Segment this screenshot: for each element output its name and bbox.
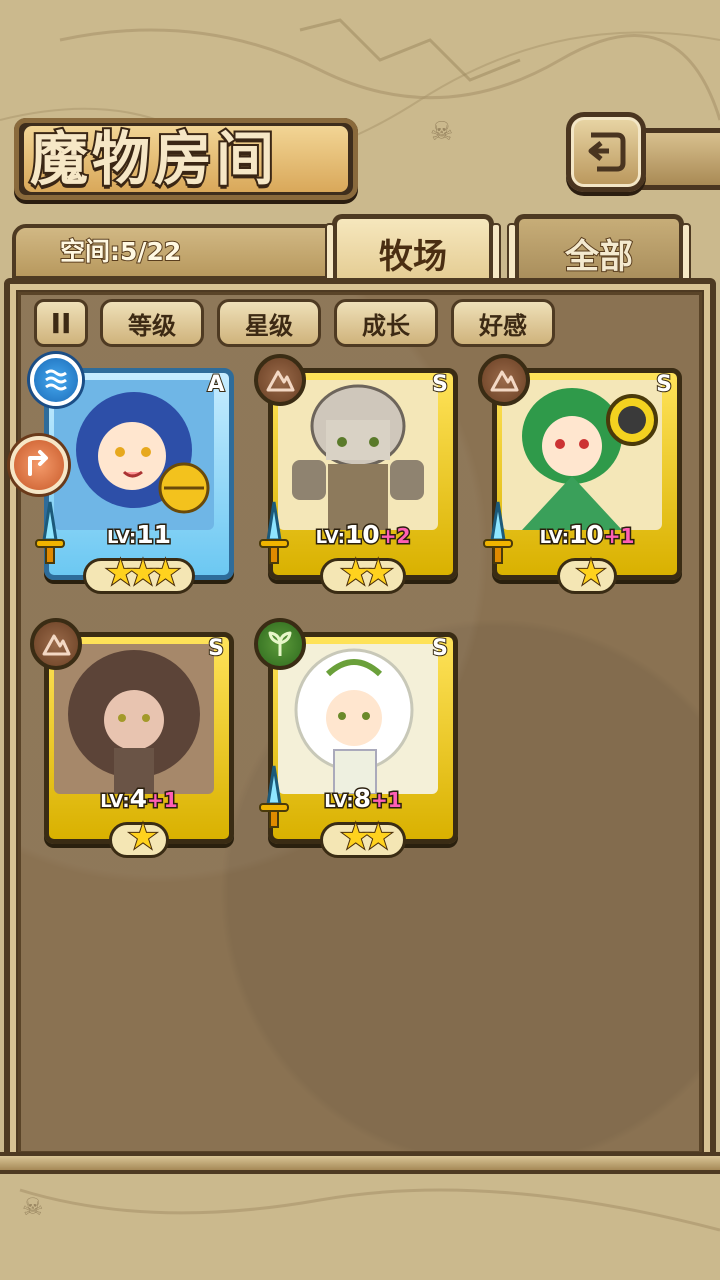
level-plus: +1 xyxy=(370,787,404,814)
page-title: 魔物房间 xyxy=(28,123,279,195)
monster-portrait xyxy=(278,644,438,794)
sword-icon xyxy=(35,501,65,564)
rank-badge: S xyxy=(431,371,449,398)
tab-ranch[interactable]: 牧场 xyxy=(325,214,501,288)
level-prefix: LV: xyxy=(323,790,355,814)
monster-portrait xyxy=(54,380,214,530)
level-value: 8 xyxy=(352,783,372,815)
monster-portrait xyxy=(54,644,214,794)
sort-level-button[interactable]: 等级 xyxy=(100,299,204,347)
panel-bottom-rail xyxy=(0,1152,720,1174)
space-count: 空间:5/22 xyxy=(59,236,182,267)
level-prefix: LV: xyxy=(538,526,570,550)
level-value: 10 xyxy=(343,519,381,551)
level-plus: +2 xyxy=(378,523,412,550)
tab-ranch-label: 牧场 xyxy=(379,237,447,277)
back-button[interactable] xyxy=(566,112,646,192)
level-prefix: LV: xyxy=(105,526,137,550)
level-label: LV:10+1 xyxy=(492,519,682,551)
earth-element-icon xyxy=(490,370,519,392)
star-rating: ★★ xyxy=(340,817,395,857)
grass-element-icon xyxy=(268,631,292,656)
rank-badge: S xyxy=(431,635,449,662)
level-prefix: LV: xyxy=(99,790,131,814)
earth-element-icon xyxy=(266,370,295,392)
element-badge xyxy=(30,618,82,670)
sword-icon xyxy=(259,501,289,564)
rank-badge: A xyxy=(206,371,225,398)
level-label: LV:10+2 xyxy=(268,519,458,551)
back-arrow-icon xyxy=(588,132,626,172)
level-label: LV:8+1 xyxy=(268,783,458,815)
element-badge xyxy=(254,354,306,406)
level-plus: +1 xyxy=(146,787,180,814)
earth-element-icon xyxy=(42,634,71,656)
svg-text:☠: ☠ xyxy=(430,117,453,147)
sort-affection-button[interactable]: 好感 xyxy=(451,299,555,347)
level-label: LV:11 xyxy=(44,519,234,551)
monster-card[interactable]: S LV:4+1 ★ xyxy=(30,618,234,858)
level-value: 11 xyxy=(135,519,173,551)
sort-star-button[interactable]: 星级 xyxy=(217,299,321,347)
monster-card[interactable]: S LV:10+1 ★ xyxy=(478,354,682,594)
level-label: LV:4+1 xyxy=(44,783,234,815)
monster-card[interactable]: S LV:8+1 ★★ xyxy=(254,618,458,858)
rank-badge: S xyxy=(207,635,225,662)
monster-card[interactable]: A LV:11 ★★★ xyxy=(30,354,234,594)
sort-growth-button[interactable]: 成长 xyxy=(334,299,438,347)
monster-portrait xyxy=(502,380,662,530)
level-plus: +1 xyxy=(602,523,636,550)
sword-icon xyxy=(483,501,513,564)
back-button-tail xyxy=(640,128,720,190)
tab-all-label: 全部 xyxy=(564,236,634,278)
svg-text:☠: ☠ xyxy=(22,1193,44,1221)
star-rating: ★★ xyxy=(340,553,395,593)
sort-toggle-label: II xyxy=(50,306,72,340)
monster-card[interactable]: S LV:10+2 ★★ xyxy=(254,354,458,594)
sort-order-toggle[interactable]: II xyxy=(34,299,88,347)
element-badge xyxy=(254,618,306,670)
tab-all[interactable]: 全部 xyxy=(507,214,691,288)
side-marker-icon xyxy=(28,450,48,476)
rank-badge: S xyxy=(655,371,673,398)
level-prefix: LV: xyxy=(314,526,346,550)
level-value: 4 xyxy=(128,783,148,815)
sword-icon xyxy=(259,765,289,828)
water-element-icon xyxy=(45,369,67,391)
monster-portrait xyxy=(278,380,438,530)
element-badge xyxy=(30,354,82,406)
element-badge xyxy=(478,354,530,406)
star-rating: ★★★ xyxy=(104,553,181,593)
level-value: 10 xyxy=(567,519,605,551)
star-rating: ★ xyxy=(575,553,607,593)
star-rating: ★ xyxy=(127,817,159,857)
side-marker[interactable] xyxy=(10,436,68,494)
